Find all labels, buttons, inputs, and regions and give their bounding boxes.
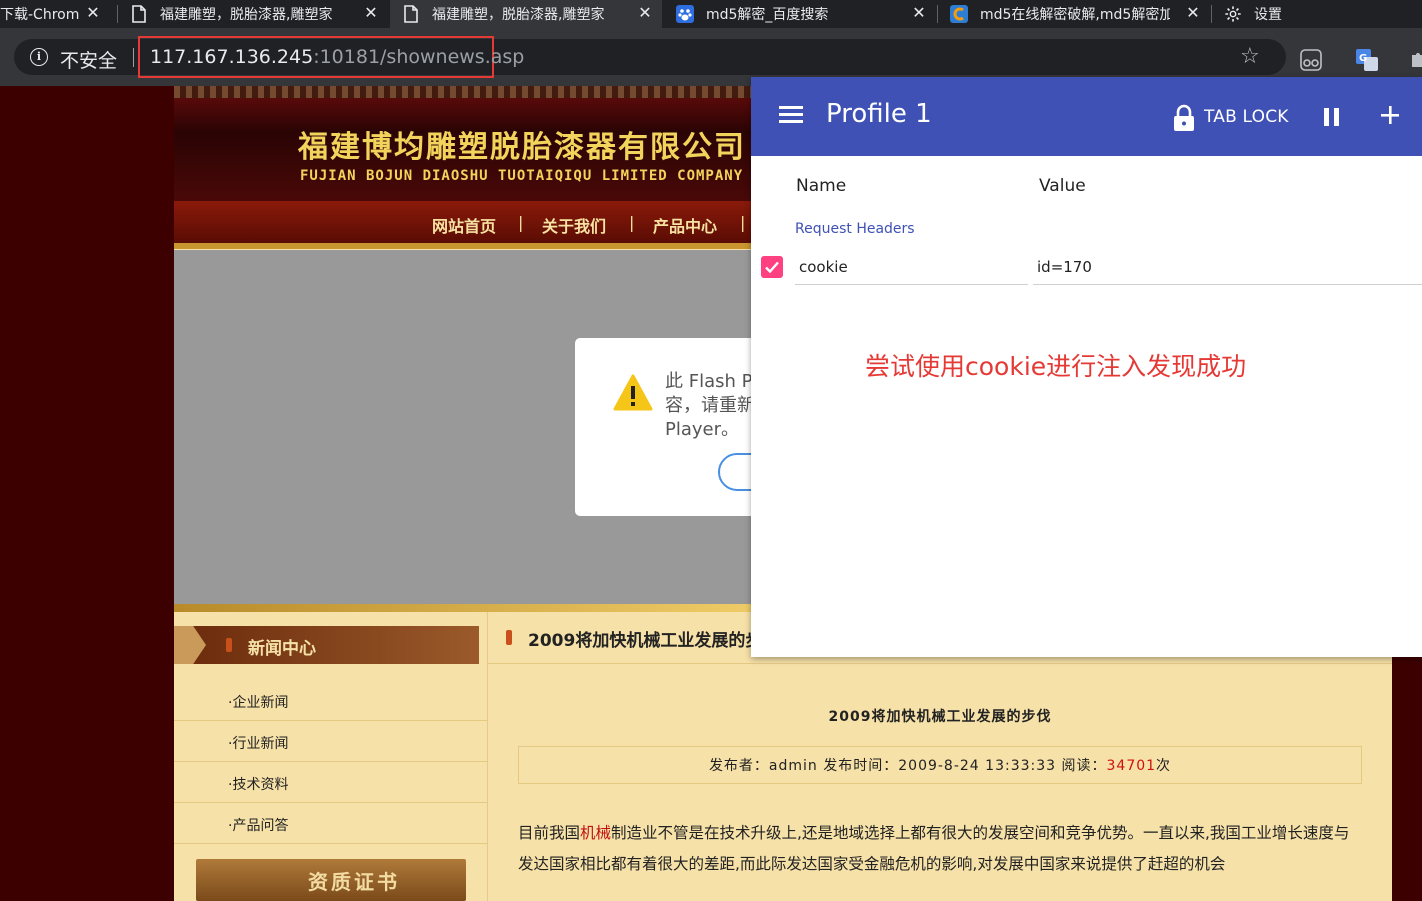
meta-suffix: 次 bbox=[1156, 758, 1172, 774]
sidebar-link-label: ·产品问答 bbox=[228, 818, 289, 834]
omnibox-divider bbox=[133, 48, 134, 67]
request-headers-label: Request Headers bbox=[795, 221, 915, 237]
sidebar-link-industry-news[interactable]: ·行业新闻 bbox=[174, 721, 488, 762]
article-body: 目前我国机械制造业不管是在技术升级上,还是地域选择上都有很大的发展空间和竞争优势… bbox=[518, 818, 1358, 880]
tab-baidu[interactable]: md5解密_百度搜索 ✕ bbox=[664, 0, 936, 28]
info-icon[interactable]: i bbox=[30, 48, 48, 66]
nav-separator: | bbox=[629, 213, 635, 232]
sidebar-link-tech-docs[interactable]: ·技术资料 bbox=[174, 762, 488, 803]
tab-strip: 下载-Chrom ✕ 福建雕塑，脱胎漆器,雕塑家 ✕ 福建雕塑，脱胎漆器,雕塑家… bbox=[0, 0, 1422, 28]
star-icon[interactable]: ☆ bbox=[1240, 44, 1260, 69]
sidebar-link-label: ·技术资料 bbox=[228, 777, 289, 793]
url-text[interactable]: 117.167.136.245:10181/shownews.asp bbox=[150, 46, 524, 68]
bullet-icon bbox=[506, 630, 512, 645]
company-name-cn: 福建博均雕塑脱胎漆器有限公司 bbox=[298, 130, 746, 165]
body-text-start: 目前我国 bbox=[518, 824, 581, 842]
close-icon[interactable]: ✕ bbox=[636, 4, 654, 22]
close-icon[interactable]: ✕ bbox=[362, 4, 380, 22]
cmd5-icon bbox=[950, 5, 968, 23]
value-column-header: Value bbox=[1039, 176, 1086, 196]
translate-icon[interactable]: G bbox=[1356, 49, 1378, 71]
article-heading: 2009将加快机械工业发展的步伐 bbox=[828, 709, 1052, 725]
sidebar-link-faq[interactable]: ·产品问答 bbox=[174, 803, 488, 844]
nav-products[interactable]: 产品中心 bbox=[653, 213, 717, 237]
certificates-header[interactable]: 资质证书 bbox=[196, 859, 466, 901]
hamburger-menu-icon[interactable] bbox=[779, 106, 803, 124]
profile-title[interactable]: Profile 1 bbox=[826, 99, 932, 129]
sidebar-link-company-news[interactable]: ·企业新闻 bbox=[174, 680, 488, 721]
bullet-icon bbox=[226, 638, 232, 652]
lock-icon[interactable] bbox=[1173, 104, 1195, 132]
tab-title: 福建雕塑，脱胎漆器,雕塑家 bbox=[160, 7, 333, 23]
check-icon bbox=[765, 261, 779, 274]
gear-icon bbox=[1224, 5, 1242, 23]
body-text-rest: 制造业不管是在技术升级上,还是地域选择上都有很大的发展空间和竞争优势。一直以来,… bbox=[518, 824, 1350, 873]
tab-title: 福建雕塑，脱胎漆器,雕塑家 bbox=[432, 7, 605, 23]
add-icon[interactable] bbox=[1379, 104, 1401, 126]
nav-home[interactable]: 网站首页 bbox=[432, 213, 496, 237]
sidebar: 新闻中心 ·企业新闻 ·行业新闻 ·技术资料 ·产品问答 资质证书 bbox=[174, 612, 488, 901]
url-path: :10181/shownews.asp bbox=[313, 46, 525, 68]
close-icon[interactable]: ✕ bbox=[910, 4, 928, 22]
page-icon bbox=[130, 5, 148, 23]
article-bar-title: 2009将加快机械工业发展的步 bbox=[528, 631, 763, 651]
news-center-title: 新闻中心 bbox=[248, 639, 316, 659]
security-label[interactable]: 不安全 bbox=[60, 46, 117, 73]
tab-cmd5[interactable]: md5在线解密破解,md5解密加 ✕ bbox=[938, 0, 1210, 28]
tab-site-1[interactable]: 福建雕塑，脱胎漆器,雕塑家 ✕ bbox=[118, 0, 388, 28]
close-icon[interactable]: ✕ bbox=[84, 4, 102, 22]
pause-icon[interactable] bbox=[1324, 108, 1340, 126]
modheader-panel: Profile 1 TAB LOCK Name Value Request He… bbox=[751, 77, 1422, 657]
header-name-input[interactable]: cookie bbox=[795, 249, 1028, 285]
keyword-link[interactable]: 机械 bbox=[580, 824, 611, 842]
extension-puzzle-icon[interactable] bbox=[1408, 49, 1422, 71]
annotation-text: 尝试使用cookie进行注入发现成功 bbox=[865, 352, 1247, 381]
warning-icon bbox=[613, 374, 653, 411]
company-name-en: FUJIAN BOJUN DIAOSHU TUOTAIQIQU LIMITED … bbox=[300, 168, 744, 184]
header-enabled-checkbox[interactable] bbox=[761, 256, 783, 278]
tab-title: 下载-Chrom bbox=[0, 7, 80, 23]
address-bar[interactable]: i 不安全 117.167.136.245:10181/shownews.asp… bbox=[14, 36, 1286, 78]
tab-lock-button[interactable]: TAB LOCK bbox=[1204, 107, 1289, 127]
nav-separator: | bbox=[518, 213, 524, 232]
tab-chrome-download[interactable]: 下载-Chrom ✕ bbox=[0, 0, 110, 28]
svg-text:G: G bbox=[1359, 53, 1367, 64]
modheader-app-bar: Profile 1 TAB LOCK bbox=[751, 77, 1422, 156]
name-column-header: Name bbox=[796, 176, 847, 196]
certificates-title: 资质证书 bbox=[308, 870, 400, 894]
extension-mask-icon[interactable] bbox=[1300, 49, 1322, 71]
sidebar-link-label: ·企业新闻 bbox=[228, 695, 289, 711]
nav-separator: | bbox=[740, 213, 746, 232]
tab-settings[interactable]: 设置 bbox=[1212, 0, 1422, 28]
arrow-icon bbox=[174, 626, 206, 664]
read-count: 34701 bbox=[1106, 758, 1157, 774]
nav-about[interactable]: 关于我们 bbox=[542, 213, 606, 237]
page-icon bbox=[402, 5, 420, 23]
screen: 下载-Chrom ✕ 福建雕塑，脱胎漆器,雕塑家 ✕ 福建雕塑，脱胎漆器,雕塑家… bbox=[0, 0, 1422, 901]
article-meta: 发布者：admin 发布时间：2009-8-24 13:33:33 阅读：347… bbox=[518, 746, 1362, 784]
header-value-input[interactable]: id=170 bbox=[1033, 249, 1422, 285]
news-center-header: 新闻中心 bbox=[174, 626, 479, 664]
meta-text: 发布者：admin 发布时间：2009-8-24 13:33:33 阅读： bbox=[708, 758, 1107, 774]
tab-site-active[interactable]: 福建雕塑，脱胎漆器,雕塑家 ✕ bbox=[390, 0, 662, 28]
tab-title: md5解密_百度搜索 bbox=[706, 7, 829, 23]
tab-title: 设置 bbox=[1254, 7, 1282, 23]
baidu-paw-icon bbox=[676, 5, 694, 23]
url-host: 117.167.136.245 bbox=[150, 46, 314, 68]
close-icon[interactable]: ✕ bbox=[1184, 4, 1202, 22]
tab-title: md5在线解密破解,md5解密加 bbox=[980, 7, 1170, 23]
sidebar-link-label: ·行业新闻 bbox=[228, 736, 289, 752]
